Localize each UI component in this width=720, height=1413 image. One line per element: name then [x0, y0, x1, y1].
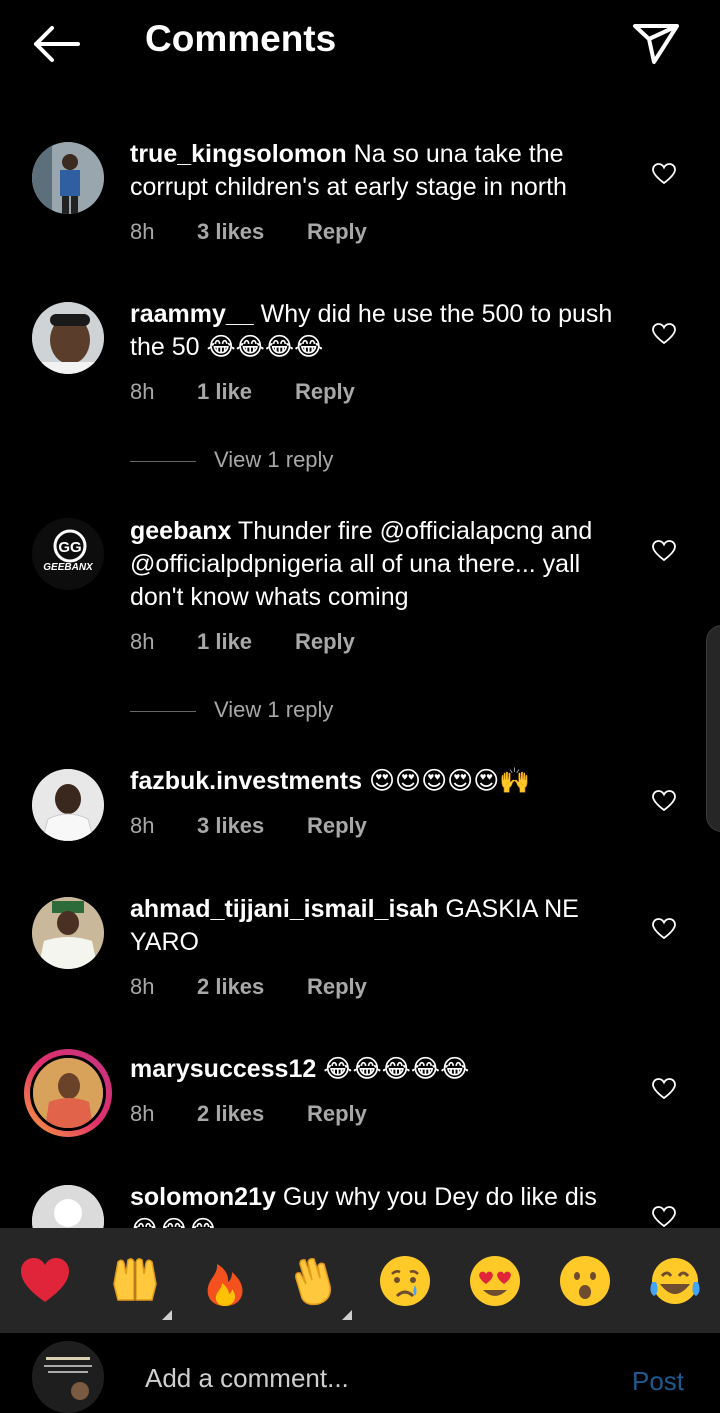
heart-icon[interactable] — [652, 1206, 676, 1228]
crying-face-emoji-icon[interactable] — [378, 1254, 432, 1308]
comment-input[interactable]: Add a comment... — [145, 1363, 349, 1394]
expand-triangle-icon — [162, 1310, 172, 1320]
fire-emoji-icon[interactable] — [198, 1254, 252, 1308]
comment-text: solomon21y Guy why you Dey do like dis 😂… — [130, 1181, 625, 1228]
raising-hands-emoji-icon[interactable] — [108, 1254, 172, 1320]
current-user-avatar — [32, 1341, 104, 1413]
surprised-face-emoji-icon[interactable] — [558, 1254, 612, 1308]
quick-reactions-bar — [0, 1228, 720, 1333]
comment-username[interactable]: solomon21y — [130, 1183, 276, 1211]
post-button[interactable]: Post — [632, 1366, 684, 1397]
expand-triangle-icon — [342, 1310, 352, 1320]
avatar[interactable] — [32, 1185, 104, 1228]
tears-of-joy-emoji-icon[interactable] — [648, 1254, 702, 1308]
heart-eyes-emoji-icon[interactable] — [468, 1254, 522, 1308]
clapping-hands-emoji-icon[interactable] — [288, 1254, 352, 1320]
comment-item: solomon21y Guy why you Dey do like dis 😂… — [0, 0, 720, 1228]
red-heart-emoji-icon[interactable] — [18, 1254, 72, 1308]
comment-composer: Add a comment... Post — [0, 1333, 720, 1413]
